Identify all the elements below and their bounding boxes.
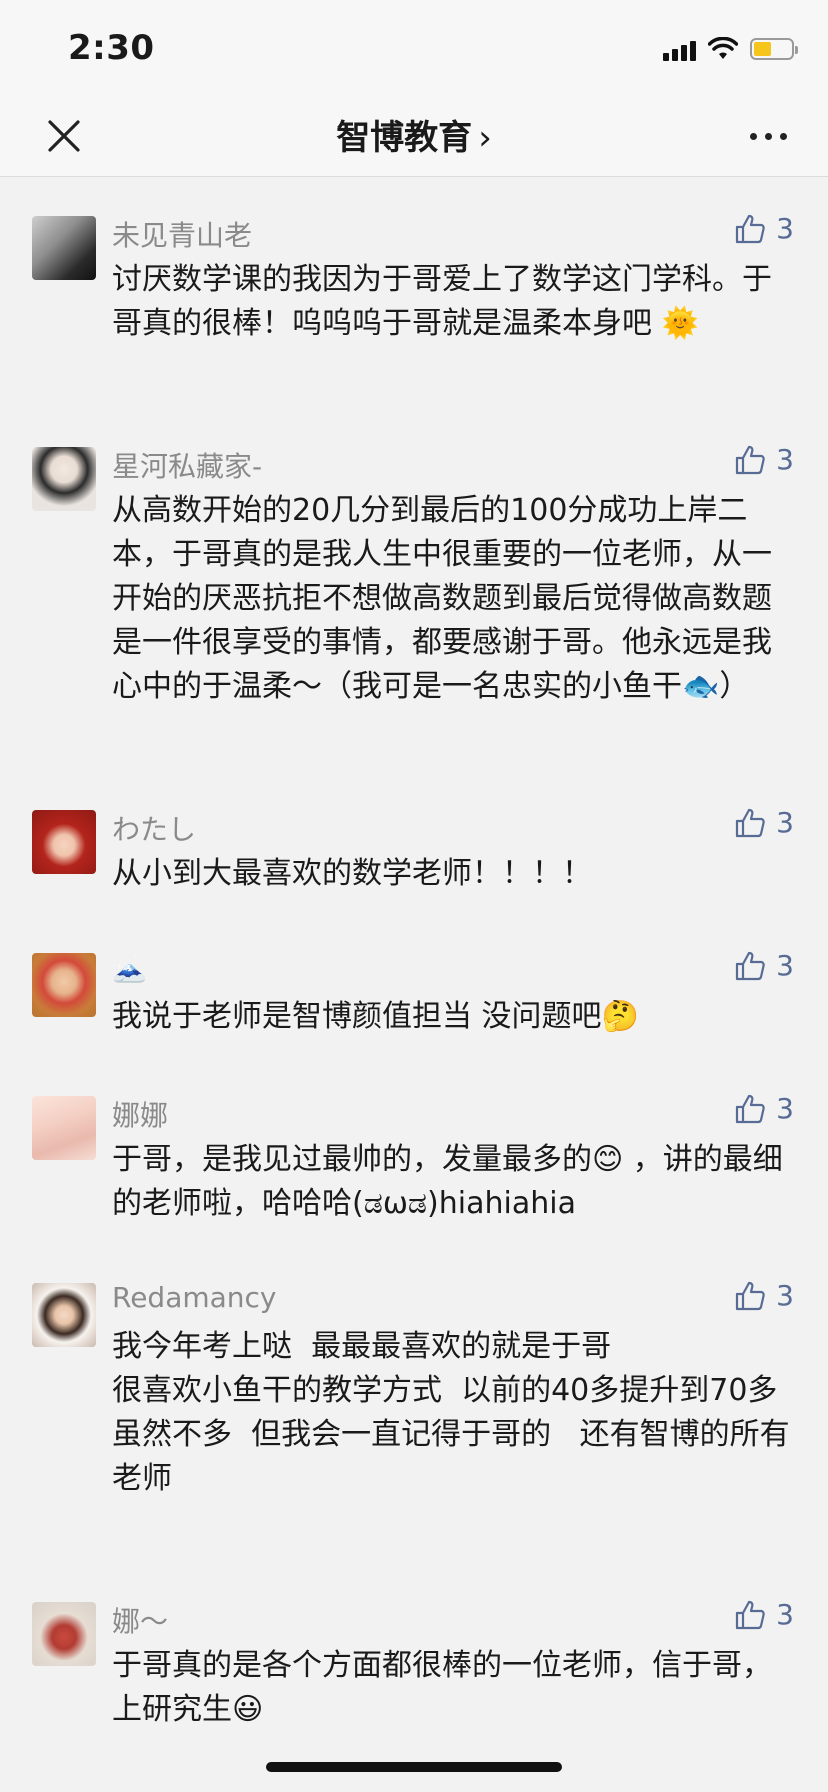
comment-author[interactable]: 星河私藏家- (112, 445, 262, 485)
like-button[interactable]: 3 (734, 806, 794, 839)
status-bar: 2:30 (0, 0, 828, 96)
thumbs-up-icon (736, 445, 765, 474)
comment-author[interactable]: 🗻 (112, 951, 147, 984)
comment-text: 于哥，是我见过最帅的，发量最多的😊 ，讲的最细的老师啦，哈哈哈(ಡωಡ)hiah… (112, 1142, 783, 1221)
chevron-right-icon: › (478, 118, 492, 158)
like-count: 3 (776, 1279, 794, 1312)
thumbs-up-icon (736, 951, 765, 980)
like-button[interactable]: 3 (734, 1092, 794, 1125)
avatar[interactable] (32, 1283, 96, 1347)
comment-text: 我说于老师是智博颜值担当 没问题吧🤔 (112, 999, 639, 1034)
page-title-text: 智博教育 (336, 118, 473, 158)
avatar[interactable] (32, 810, 96, 874)
like-button[interactable]: 3 (734, 949, 794, 982)
thumbs-up-icon (736, 1281, 765, 1310)
like-count: 3 (776, 1598, 794, 1631)
comment-text: 我今年考上哒 最最最喜欢的就是于哥 很喜欢小鱼干的教学方式 以前的40多提升到7… (112, 1329, 790, 1496)
thumbs-up-icon (736, 214, 765, 243)
comment-text: 讨厌数学课的我因为于哥爱上了数学这门学科。于哥真的很棒！呜呜呜于哥就是温柔本身吧… (112, 262, 772, 341)
comment-text: 从小到大最喜欢的数学老师！！！！ (112, 856, 592, 891)
status-time: 2:30 (68, 28, 155, 68)
comment-text: 从高数开始的20几分到最后的100分成功上岸二本，于哥真的是我人生中很重要的一位… (112, 493, 772, 704)
like-button[interactable]: 3 (734, 1279, 794, 1312)
more-options-icon[interactable] (744, 126, 792, 146)
page-title[interactable]: 智博教育 › (0, 110, 828, 159)
avatar[interactable] (32, 953, 96, 1017)
thumbs-up-icon (736, 1094, 765, 1123)
like-button[interactable]: 3 (734, 212, 794, 245)
like-button[interactable]: 3 (734, 443, 794, 476)
like-button[interactable]: 3 (734, 1598, 794, 1631)
cellular-signal-icon (663, 37, 696, 61)
like-count: 3 (776, 1092, 794, 1125)
status-icons (663, 34, 798, 64)
thumbs-up-icon (736, 1600, 765, 1629)
like-count: 3 (776, 443, 794, 476)
avatar[interactable] (32, 447, 96, 511)
comment-author[interactable]: わたし (112, 808, 196, 848)
wifi-icon (708, 37, 738, 59)
comment-author[interactable]: 娜娜 (112, 1094, 168, 1134)
comment-author[interactable]: 娜～ (112, 1600, 168, 1640)
comment-author[interactable]: 未见青山老 (112, 214, 252, 254)
thumbs-up-icon (736, 808, 765, 837)
battery-icon (750, 38, 798, 60)
like-count: 3 (776, 949, 794, 982)
avatar[interactable] (32, 216, 96, 280)
nav-bar: 智博教育 › (0, 96, 828, 177)
like-count: 3 (776, 806, 794, 839)
comment-author[interactable]: Redamancy (112, 1281, 277, 1314)
avatar[interactable] (32, 1602, 96, 1666)
like-count: 3 (776, 212, 794, 245)
comment-text: 于哥真的是各个方面都很棒的一位老师，信于哥，上研究生😃 (112, 1648, 772, 1727)
avatar[interactable] (32, 1096, 96, 1160)
home-indicator[interactable] (266, 1762, 562, 1772)
